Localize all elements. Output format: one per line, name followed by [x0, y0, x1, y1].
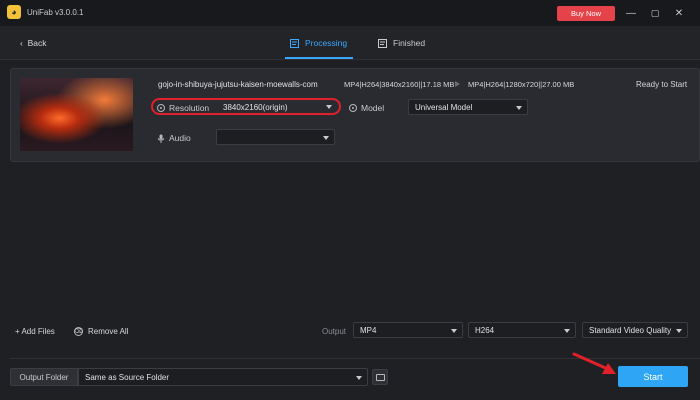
codec-select[interactable]: H264 [468, 322, 576, 338]
output-folder-label: Output Folder [10, 368, 78, 386]
minimize-icon[interactable]: — [624, 6, 638, 20]
input-spec: MP4|H264|3840x2160||17.18 MB [344, 80, 455, 89]
microphone-icon [157, 134, 165, 143]
processing-icon [290, 38, 299, 48]
audio-label: Audio [169, 133, 191, 143]
arrow-annotation-icon [572, 352, 616, 374]
back-label: Back [27, 38, 47, 48]
format-value: MP4 [360, 325, 377, 335]
close-icon[interactable]: ✕ [672, 6, 686, 20]
output-label: Output [322, 327, 347, 336]
remove-all-button[interactable]: ⌫ Remove All [74, 327, 128, 336]
tab-processing[interactable]: Processing [290, 38, 347, 48]
quality-value: Standard Video Quality [589, 325, 672, 335]
chevron-down-icon [516, 106, 522, 110]
status-text: Ready to Start [636, 80, 688, 89]
file-name: gojo-in-shibuya-jujutsu-kaisen-moewalls-… [158, 80, 318, 89]
video-thumbnail[interactable] [20, 78, 133, 151]
model-select[interactable]: Universal Model [408, 99, 528, 115]
codec-value: H264 [475, 325, 495, 335]
output-folder-value: Same as Source Folder [85, 372, 170, 382]
folder-icon [375, 373, 385, 381]
buy-now-button[interactable]: Buy Now [557, 6, 615, 21]
back-button[interactable]: ‹ Back [20, 38, 46, 48]
title-bar: ◕ UniFab v3.0.0.1 Buy Now — ▢ ✕ [0, 0, 700, 26]
format-select[interactable]: MP4 [353, 322, 463, 338]
tab-finished-label: Finished [393, 38, 426, 48]
app-title: UniFab v3.0.0.1 [27, 8, 84, 17]
model-value: Universal Model [415, 102, 473, 112]
output-folder-select[interactable]: Same as Source Folder [78, 368, 368, 386]
resolution-highlight-annotation [151, 98, 341, 115]
browse-folder-button[interactable] [372, 369, 388, 385]
model-icon [349, 104, 357, 112]
model-label-group: Model [349, 103, 384, 113]
finished-icon [378, 38, 387, 48]
maximize-icon[interactable]: ▢ [648, 6, 662, 20]
app-logo-icon: ◕ [7, 5, 21, 19]
output-spec: MP4|H264|1280x720||27.00 MB [468, 80, 575, 89]
add-files-button[interactable]: + Add Files [15, 327, 55, 336]
add-files-label: + Add Files [15, 327, 55, 336]
model-label: Model [361, 103, 385, 113]
nav-bar: ‹ Back Processing Finished [0, 26, 700, 60]
chevron-down-icon [323, 136, 329, 140]
trash-icon: ⌫ [74, 327, 83, 336]
chevron-down-icon [676, 329, 682, 333]
tab-finished[interactable]: Finished [378, 38, 425, 48]
arrow-right-icon [455, 81, 461, 87]
active-tab-indicator [285, 57, 353, 59]
chevron-left-icon: ‹ [20, 38, 28, 48]
chevron-down-icon [356, 376, 362, 380]
remove-all-label: Remove All [88, 327, 129, 336]
audio-select[interactable] [216, 129, 335, 145]
tab-processing-label: Processing [305, 38, 348, 48]
chevron-down-icon [451, 329, 457, 333]
start-button[interactable]: Start [618, 366, 688, 387]
audio-label-group: Audio [157, 133, 191, 143]
quality-select[interactable]: Standard Video Quality [582, 322, 688, 338]
chevron-down-icon [564, 329, 570, 333]
